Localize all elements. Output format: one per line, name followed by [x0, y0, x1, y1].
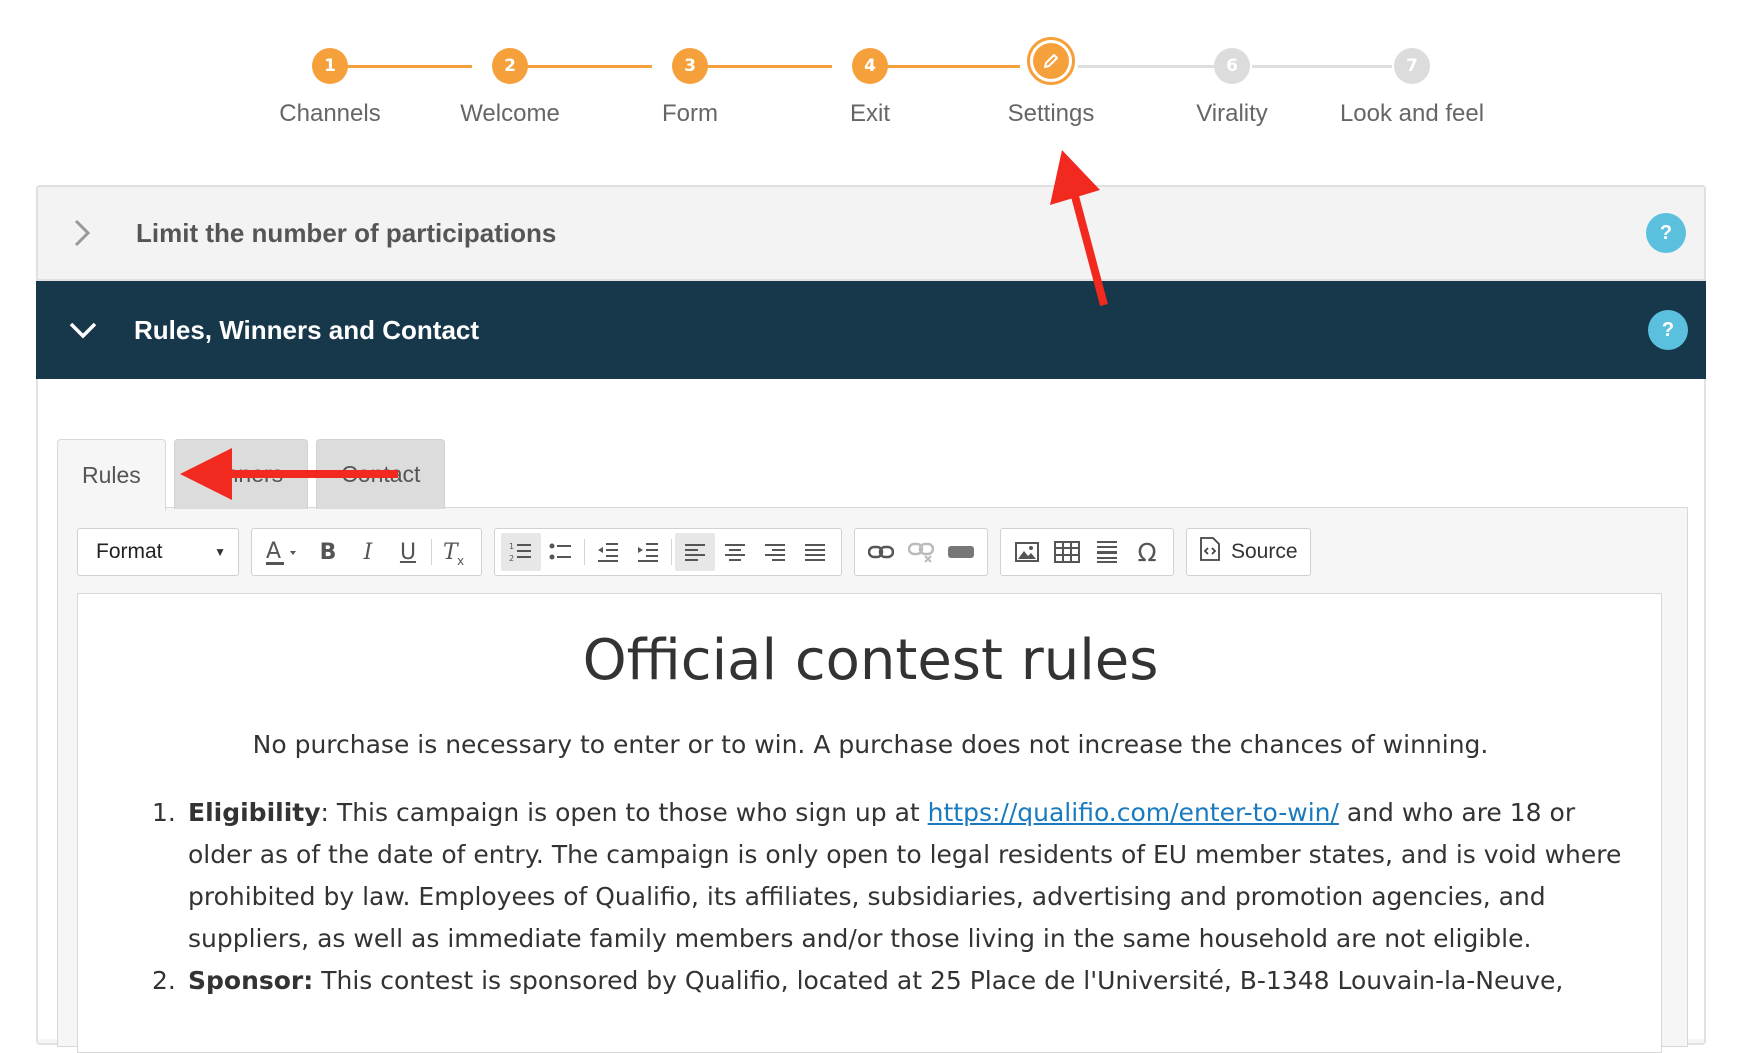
- step-3-circle[interactable]: 3: [672, 48, 708, 84]
- format-select-value: Format: [96, 540, 163, 563]
- tab-bar: Rules Winners Contact: [57, 439, 453, 511]
- rules-list: 1. Eligibility: This campaign is open to …: [152, 792, 1628, 1002]
- svg-text:2: 2: [509, 554, 514, 563]
- outdent-icon[interactable]: [588, 533, 628, 571]
- justify-icon[interactable]: [795, 533, 835, 571]
- step-7-circle[interactable]: 7: [1394, 48, 1430, 84]
- step-label-welcome[interactable]: Welcome: [420, 100, 600, 128]
- help-icon[interactable]: ?: [1646, 213, 1686, 253]
- document-title: Official contest rules: [582, 628, 1159, 693]
- align-right-icon[interactable]: [755, 533, 795, 571]
- accordion-rules-winners-contact[interactable]: Rules, Winners and Contact ?: [36, 281, 1706, 379]
- list-item: 2. Sponsor: This contest is sponsored by …: [152, 960, 1628, 1002]
- toolbar-group-insert: Ω: [1000, 528, 1174, 576]
- table-icon[interactable]: [1047, 533, 1087, 571]
- step-4-circle[interactable]: 4: [852, 48, 888, 84]
- numbered-list-icon[interactable]: 12: [501, 533, 541, 571]
- image-icon[interactable]: [1007, 533, 1047, 571]
- chevron-down-icon: [68, 318, 108, 342]
- rich-text-editor[interactable]: Official contest rules No purchase is ne…: [77, 593, 1662, 1053]
- accordion-title: Rules, Winners and Contact: [134, 314, 480, 345]
- progress-stepper: 1 2 3 4 6 7 Channels Welcome Form Exit S…: [0, 0, 1740, 150]
- step-label-look-and-feel[interactable]: Look and feel: [1322, 100, 1502, 128]
- list-item: 1. Eligibility: This campaign is open to …: [152, 792, 1628, 960]
- align-left-icon[interactable]: [675, 533, 715, 571]
- toolbar-group-text: A B I U Tx: [251, 528, 482, 576]
- step-label-virality[interactable]: Virality: [1142, 100, 1322, 128]
- step-connector: [344, 65, 472, 68]
- list-item-heading: Eligibility: [188, 798, 321, 827]
- list-number: 1.: [152, 798, 176, 827]
- step-label-settings[interactable]: Settings: [961, 100, 1141, 128]
- bold-icon[interactable]: B: [308, 533, 348, 571]
- source-label: Source: [1231, 540, 1298, 563]
- caret-down-icon: ▼: [214, 545, 226, 559]
- svg-text:x: x: [457, 554, 464, 567]
- editor-toolbar: Format ▼ A B I U Tx 12 Ω Source: [77, 528, 1323, 578]
- toolbar-separator: [431, 539, 432, 565]
- horizontal-rule-icon[interactable]: [1087, 533, 1127, 571]
- unlink-icon[interactable]: [901, 533, 941, 571]
- toolbar-separator: [584, 539, 585, 565]
- indent-icon[interactable]: [628, 533, 668, 571]
- text-color-icon[interactable]: A: [258, 533, 308, 571]
- step-connector: [1078, 65, 1214, 68]
- step-label-exit[interactable]: Exit: [780, 100, 960, 128]
- accordion-title: Limit the number of participations: [136, 217, 557, 248]
- step-connector: [704, 65, 832, 68]
- step-connector: [884, 65, 1020, 68]
- pencil-icon: [1033, 43, 1069, 79]
- tab-contact[interactable]: Contact: [316, 439, 446, 509]
- step-connector: [524, 65, 652, 68]
- list-item-text: This contest is sponsored by Qualifio, l…: [313, 966, 1564, 995]
- align-center-icon[interactable]: [715, 533, 755, 571]
- remove-format-icon[interactable]: Tx: [435, 533, 475, 571]
- svg-text:1: 1: [509, 542, 514, 551]
- anchor-icon[interactable]: [941, 533, 981, 571]
- link-icon[interactable]: [861, 533, 901, 571]
- source-icon: [1199, 537, 1221, 567]
- step-6-circle[interactable]: 6: [1214, 48, 1250, 84]
- list-item-text: : This campaign is open to those who sig…: [320, 798, 928, 827]
- step-label-form[interactable]: Form: [600, 100, 780, 128]
- bulleted-list-icon[interactable]: [541, 533, 581, 571]
- tab-rules[interactable]: Rules: [57, 439, 166, 511]
- italic-icon[interactable]: I: [348, 533, 388, 571]
- toolbar-group-links: [854, 528, 988, 576]
- svg-text:A: A: [266, 539, 281, 564]
- entry-link[interactable]: https://qualifio.com/enter-to-win/: [928, 798, 1339, 827]
- toolbar-separator: [671, 539, 672, 565]
- step-connector: [1252, 65, 1392, 68]
- list-number: 2.: [152, 966, 176, 995]
- step-2-circle[interactable]: 2: [492, 48, 528, 84]
- step-5-circle[interactable]: [1027, 37, 1075, 85]
- step-label-channels[interactable]: Channels: [240, 100, 420, 128]
- special-char-icon[interactable]: Ω: [1127, 533, 1167, 571]
- source-button[interactable]: Source: [1186, 528, 1311, 576]
- tab-winners[interactable]: Winners: [173, 439, 309, 509]
- document-intro: No purchase is necessary to enter or to …: [252, 730, 1489, 759]
- format-select[interactable]: Format ▼: [77, 528, 239, 576]
- underline-icon[interactable]: U: [388, 533, 428, 571]
- list-item-heading: Sponsor:: [188, 966, 314, 995]
- accordion-limit-participations[interactable]: Limit the number of participations ?: [36, 185, 1706, 281]
- step-1-circle[interactable]: 1: [312, 48, 348, 84]
- chevron-right-icon: [70, 218, 110, 248]
- toolbar-group-paragraph: 12: [494, 528, 842, 576]
- help-icon[interactable]: ?: [1648, 310, 1688, 350]
